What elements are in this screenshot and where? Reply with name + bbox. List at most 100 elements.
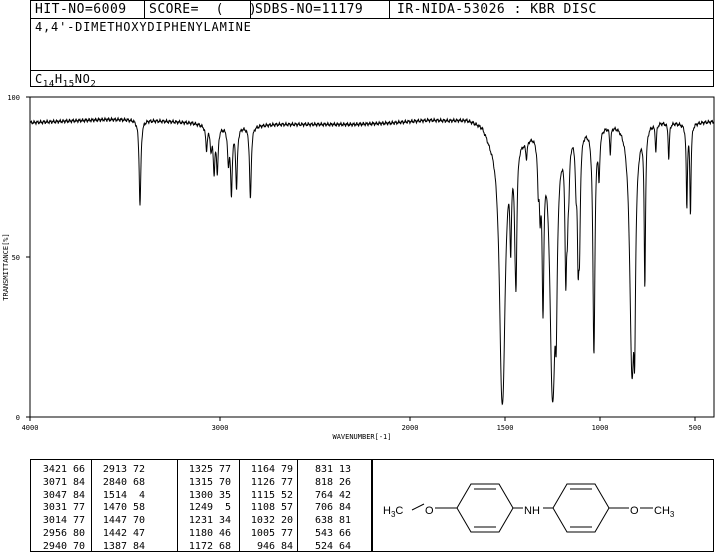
- peak-wavenumber: 764: [314, 489, 333, 501]
- x-axis-label: WAVENUMBER[-1]: [332, 433, 391, 441]
- score: SCORE= ( ): [149, 2, 258, 17]
- peak-wavenumber: 1249: [188, 502, 213, 514]
- peak-wavenumber: 3014: [42, 515, 67, 527]
- peak-wavenumber: 3421: [42, 464, 67, 475]
- x-tick-label: 2000: [402, 424, 419, 432]
- compound-name: 4,4'-DIMETHOXYDIPHENYLAMINE: [35, 20, 252, 34]
- formula-subscript: 2: [90, 79, 97, 90]
- peak-transmittance: 84: [280, 540, 293, 552]
- peak-transmittance: 81: [338, 515, 351, 527]
- bond: [411, 503, 425, 511]
- column-divider: [297, 460, 298, 551]
- peak-transmittance: 68: [132, 476, 145, 488]
- divider: [144, 1, 145, 18]
- peak-wavenumber: 2913: [102, 464, 127, 475]
- spectrum-header: HIT-NO=6009 SCORE= ( ) SDBS-NO=11179 IR-…: [30, 0, 714, 89]
- peak-transmittance: 84: [338, 502, 351, 514]
- peak-transmittance: 13: [338, 464, 351, 475]
- peak-wavenumber: 1005: [250, 528, 275, 539]
- peak-wavenumber: 524: [314, 540, 333, 552]
- x-tick-label: 1000: [592, 424, 609, 432]
- chemical-structure: H3C O NH O CH3: [372, 459, 714, 552]
- formula-subscript: 15: [62, 79, 75, 90]
- hit-number: HIT-NO=6009: [35, 2, 127, 17]
- spectrum-source: IR-NIDA-53026 : KBR DISC: [397, 2, 597, 17]
- oxygen-left-label: O: [425, 505, 434, 517]
- peak-transmittance: 77: [72, 502, 85, 514]
- peak-transmittance: 58: [132, 502, 145, 514]
- methyl-right-label: CH3: [654, 505, 675, 519]
- peak-wavenumber: 1108: [250, 502, 275, 514]
- formula-part: C: [35, 72, 43, 86]
- peak-wavenumber: 638: [314, 515, 333, 527]
- peak-transmittance: 79: [280, 464, 293, 475]
- peak-wavenumber: 1514: [102, 489, 127, 501]
- amine-label: NH: [524, 505, 540, 517]
- y-tick-label: 50: [12, 254, 20, 262]
- peak-wavenumber: 1387: [102, 540, 127, 552]
- ir-spectrum-chart: 4000 3000 2000 1500 1000 500 0 50 100 WAVENUMBER[…: [2, 94, 715, 441]
- peak-transmittance: 77: [280, 476, 293, 488]
- sdbs-number: SDBS-NO=11179: [255, 2, 364, 17]
- peak-transmittance: 66: [338, 528, 351, 539]
- formula-row: [31, 70, 713, 88]
- peak-wavenumber: 1300: [188, 489, 213, 501]
- peak-transmittance: 5: [224, 502, 231, 514]
- divider: [250, 1, 251, 18]
- spectrum-line: [29, 116, 715, 406]
- peak-transmittance: 70: [72, 540, 85, 552]
- peak-transmittance: 20: [280, 515, 293, 527]
- peak-transmittance: 80: [72, 528, 85, 539]
- molecular-formula: C14H15NO2: [35, 72, 96, 89]
- x-tick-label: 3000: [212, 424, 229, 432]
- y-tick-label: 0: [16, 414, 20, 422]
- peak-wavenumber: 3031: [42, 502, 67, 514]
- peak-wavenumber: 818: [314, 476, 333, 488]
- column-divider: [239, 460, 240, 551]
- peak-wavenumber: 1325: [188, 464, 213, 475]
- spectrum-trace: [29, 116, 715, 406]
- peak-wavenumber: 1447: [102, 515, 127, 527]
- benzene-ring-right: [552, 483, 610, 533]
- peak-wavenumber: 2956: [42, 528, 67, 539]
- peak-transmittance: 72: [132, 464, 145, 475]
- column-divider: [177, 460, 178, 551]
- axis-ticks: 4000 3000 2000 1500 1000 500 0 50 100 WAVENUMBER[…: [2, 94, 701, 441]
- peak-transmittance: 46: [218, 528, 231, 539]
- methyl-left-label: H3C: [383, 505, 403, 519]
- oxygen-right-label: O: [630, 505, 639, 517]
- peak-wavenumber: 1231: [188, 515, 213, 527]
- peak-transmittance: 84: [132, 540, 145, 552]
- peak-wavenumber: 831: [314, 464, 333, 475]
- peak-transmittance: 68: [218, 540, 231, 552]
- peak-wavenumber: 3047: [42, 489, 67, 501]
- plot-frame: [29, 96, 715, 418]
- peak-wavenumber: 1315: [188, 476, 213, 488]
- peak-transmittance: 66: [72, 464, 85, 475]
- divider: [389, 1, 390, 18]
- peak-wavenumber: 1115: [250, 489, 275, 501]
- y-axis-label: TRANSMITTANCE[%]: [2, 233, 10, 300]
- peak-wavenumber: 1180: [188, 528, 213, 539]
- peak-transmittance: 42: [338, 489, 351, 501]
- structure-drawing: H3C O NH O CH3: [383, 483, 675, 533]
- formula-part: NO: [74, 72, 91, 86]
- peak-transmittance: 77: [280, 528, 293, 539]
- peak-wavenumber: 1032: [250, 515, 275, 527]
- formula-part: H: [54, 72, 63, 86]
- peak-wavenumber: 1164: [250, 464, 275, 475]
- peak-wavenumber: 1172: [188, 540, 213, 552]
- benzene-ring-left: [456, 483, 514, 533]
- y-tick-label: 100: [7, 94, 20, 102]
- peak-transmittance: 84: [72, 489, 85, 501]
- x-tick-label: 4000: [22, 424, 39, 432]
- peak-transmittance: 84: [72, 476, 85, 488]
- peak-transmittance: 35: [218, 489, 231, 501]
- peak-transmittance: 70: [132, 515, 145, 527]
- peak-transmittance: 47: [132, 528, 145, 539]
- peak-wavenumber: 1442: [102, 528, 127, 539]
- peak-wavenumber: 2940: [42, 540, 67, 552]
- peak-transmittance: 34: [218, 515, 231, 527]
- x-tick-label: 500: [689, 424, 702, 432]
- peak-wavenumber: 1470: [102, 502, 127, 514]
